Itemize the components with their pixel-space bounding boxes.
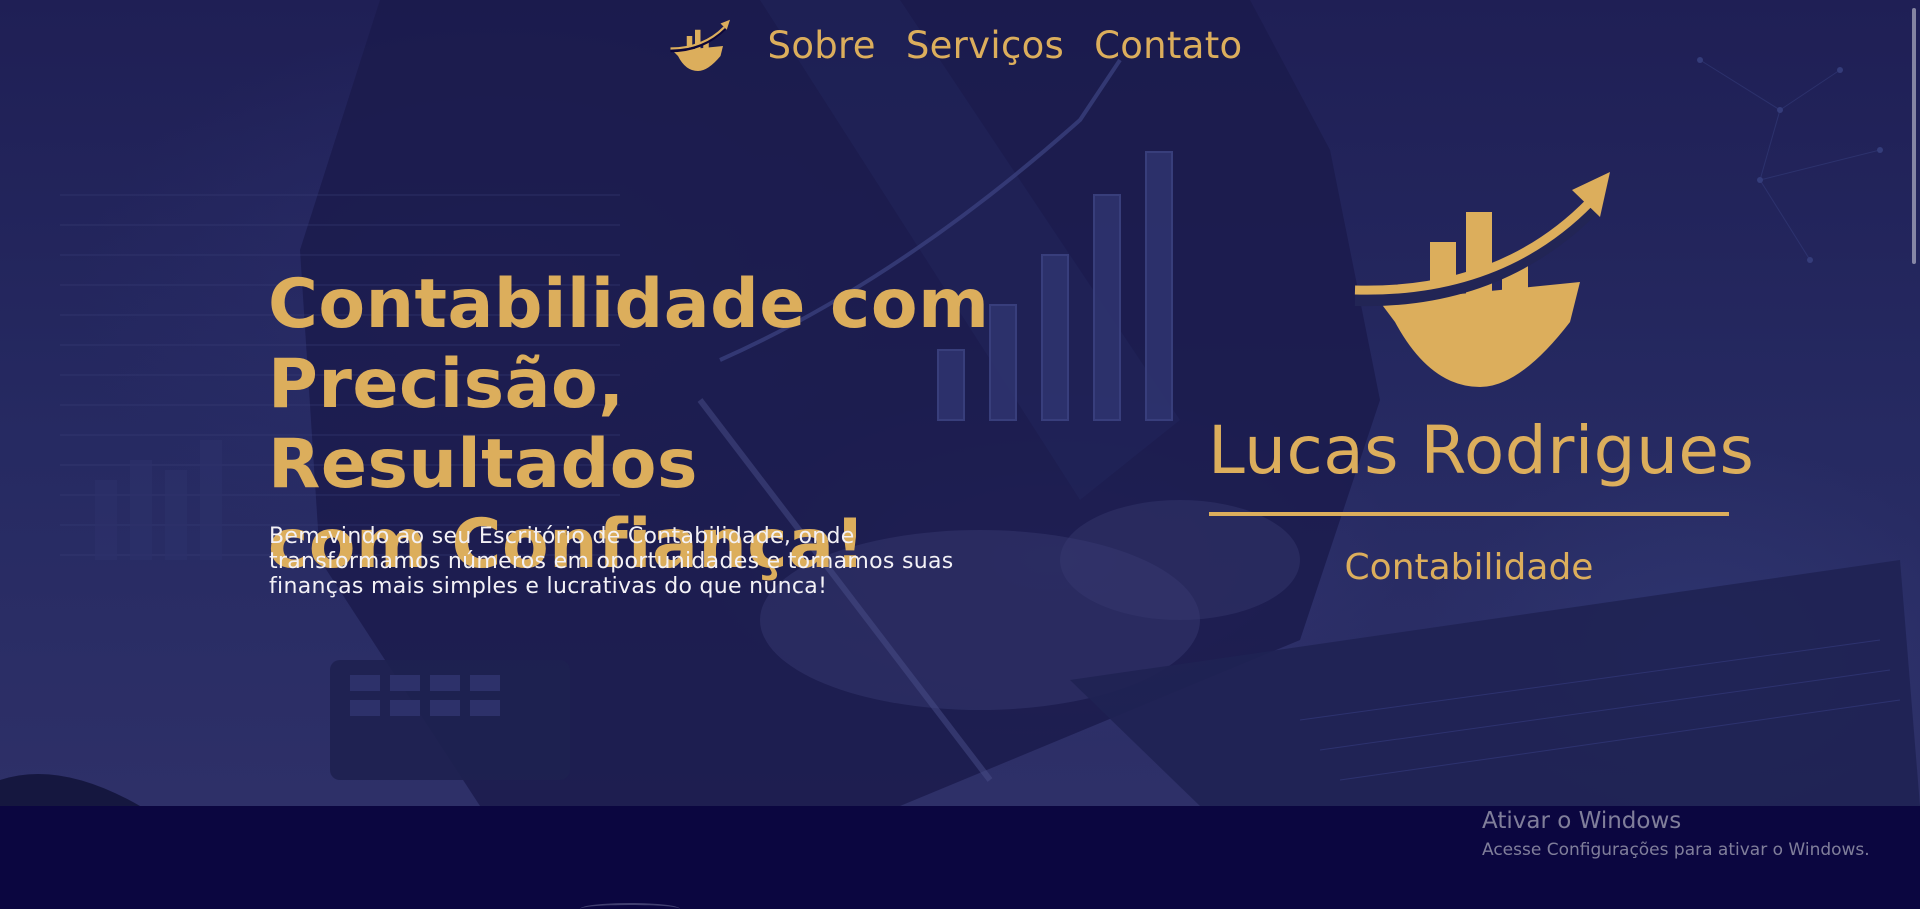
page-scrollbar[interactable]: [1912, 8, 1916, 264]
section-decoration: [580, 903, 680, 909]
windows-activation-subtitle: Acesse Configurações para ativar o Windo…: [1482, 840, 1870, 860]
top-navigation: Sobre Serviços Contato: [0, 16, 1920, 76]
hero-headline-line-1: Contabilidade com: [268, 265, 990, 344]
brand-tagline: Contabilidade: [1344, 547, 1594, 588]
nav-link-servicos[interactable]: Serviços: [906, 16, 1064, 76]
hero-lead-text: Bem-vindo ao seu Escritório de Contabili…: [269, 524, 954, 599]
nav-link-sobre[interactable]: Sobre: [768, 16, 876, 76]
accounting-growth-logo-icon: [1354, 172, 1610, 387]
brand-name: Lucas Rodrigues: [1208, 412, 1755, 489]
hero-section: Sobre Serviços Contato Contabilidade com…: [0, 0, 1920, 806]
hero-headline-line-2: Precisão, Resultados: [268, 345, 698, 504]
nav-link-contato[interactable]: Contato: [1094, 16, 1242, 76]
windows-activation-title: Ativar o Windows: [1482, 808, 1682, 834]
accounting-growth-logo-icon[interactable]: [663, 16, 733, 76]
brand-divider: [1209, 512, 1729, 516]
